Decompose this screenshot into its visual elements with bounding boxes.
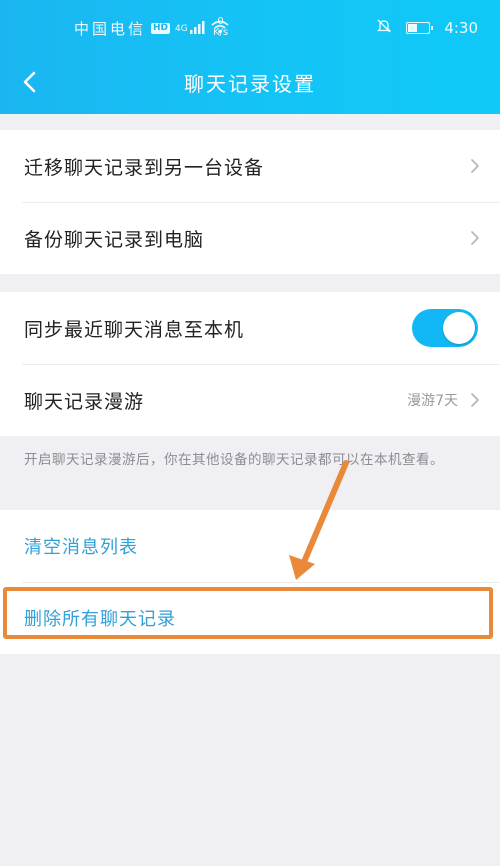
- header: 中国电信 HD 4G 0 K/s 4:30 聊天记录设置: [0, 0, 500, 114]
- clock: 4:30: [444, 19, 478, 37]
- roaming-hint: 开启聊天记录漫游后，你在其他设备的聊天记录都可以在本机查看。: [24, 452, 444, 468]
- status-bar: 中国电信 HD 4G 0 K/s 4:30: [0, 0, 500, 54]
- chevron-right-icon: [471, 159, 479, 173]
- clear-message-list-label: 清空消息列表: [24, 537, 138, 558]
- backup-to-pc-item[interactable]: 备份聊天记录到电脑: [0, 202, 500, 274]
- status-right: 4:30: [376, 18, 478, 38]
- page-title: 聊天记录设置: [184, 72, 316, 96]
- speed-value: 0: [217, 16, 224, 27]
- mute-icon: [376, 18, 392, 38]
- highlight-box: [3, 587, 493, 639]
- sync-toggle[interactable]: [412, 309, 478, 347]
- battery-icon: [406, 22, 434, 34]
- transfer-group: 迁移聊天记录到另一台设备 备份聊天记录到电脑: [0, 130, 500, 274]
- sync-group: 同步最近聊天消息至本机 聊天记录漫游 漫游7天: [0, 292, 500, 436]
- chevron-right-icon: [471, 393, 479, 407]
- carrier-name: 中国电信: [74, 20, 147, 38]
- toggle-knob: [443, 312, 475, 344]
- migrate-history-item[interactable]: 迁移聊天记录到另一台设备: [0, 130, 500, 202]
- nav-bar: 聊天记录设置: [0, 54, 500, 110]
- hd-badge: HD: [151, 23, 171, 34]
- clear-message-list-item[interactable]: 清空消息列表: [0, 510, 500, 582]
- sync-recent-item: 同步最近聊天消息至本机: [0, 292, 500, 364]
- signal-icon: [189, 20, 206, 38]
- sync-recent-label: 同步最近聊天消息至本机: [24, 318, 245, 341]
- roaming-label: 聊天记录漫游: [24, 390, 145, 413]
- roaming-value: 漫游7天: [407, 393, 458, 409]
- network-speed: 0 K/s: [213, 16, 228, 38]
- status-left: 中国电信 HD 4G: [74, 18, 229, 39]
- network-type: 4G: [175, 23, 188, 34]
- backup-to-pc-label: 备份聊天记录到电脑: [24, 228, 205, 251]
- speed-unit: K/s: [213, 27, 229, 38]
- roaming-item[interactable]: 聊天记录漫游 漫游7天: [0, 364, 500, 436]
- chevron-right-icon: [471, 231, 479, 245]
- migrate-history-label: 迁移聊天记录到另一台设备: [24, 156, 265, 179]
